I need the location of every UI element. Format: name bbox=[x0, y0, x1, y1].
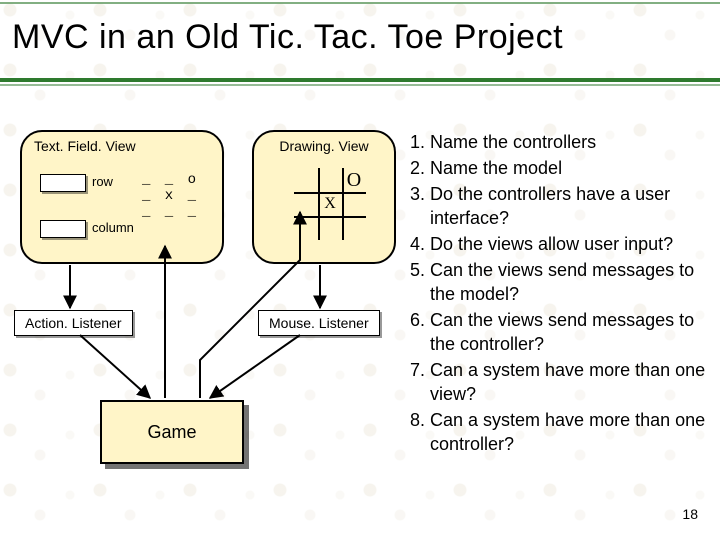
question-item: Can the views send messages to the model… bbox=[430, 258, 710, 306]
ascii-board: _ _ o _ x _ _ _ _ bbox=[142, 172, 199, 220]
drawing-view-label: Drawing. View bbox=[254, 138, 394, 154]
textfield-view-label: Text. Field. View bbox=[22, 138, 222, 154]
question-item: Can the views send messages to the contr… bbox=[430, 308, 710, 356]
mouse-listener-box: Mouse. Listener bbox=[258, 310, 380, 336]
drawing-view-panel: Drawing. View O X bbox=[252, 130, 396, 264]
row-input[interactable] bbox=[40, 174, 86, 192]
question-item: Do the views allow user input? bbox=[430, 232, 710, 256]
title-underline-thin bbox=[0, 84, 720, 86]
question-item: Do the controllers have a user interface… bbox=[430, 182, 710, 230]
question-item: Name the model bbox=[430, 156, 710, 180]
page-number: 18 bbox=[682, 506, 698, 522]
question-item: Can a system have more than one controll… bbox=[430, 408, 710, 456]
page-title: MVC in an Old Tic. Tac. Toe Project bbox=[12, 18, 563, 57]
row-input-label: row bbox=[92, 174, 113, 189]
grid-mark-x: X bbox=[318, 192, 342, 216]
textfield-view-panel: Text. Field. View row column _ _ o _ x _… bbox=[20, 130, 224, 264]
title-underline bbox=[0, 78, 720, 82]
grid-mark-o: O bbox=[342, 168, 366, 192]
game-box: Game bbox=[100, 400, 244, 464]
question-item: Can a system have more than one view? bbox=[430, 358, 710, 406]
top-rule bbox=[0, 2, 720, 4]
action-listener-box: Action. Listener bbox=[14, 310, 133, 336]
question-item: Name the controllers bbox=[430, 130, 710, 154]
tictactoe-grid: O X bbox=[294, 168, 366, 240]
column-input[interactable] bbox=[40, 220, 86, 238]
column-input-label: column bbox=[92, 220, 134, 235]
questions-list: Name the controllersName the modelDo the… bbox=[404, 130, 710, 458]
